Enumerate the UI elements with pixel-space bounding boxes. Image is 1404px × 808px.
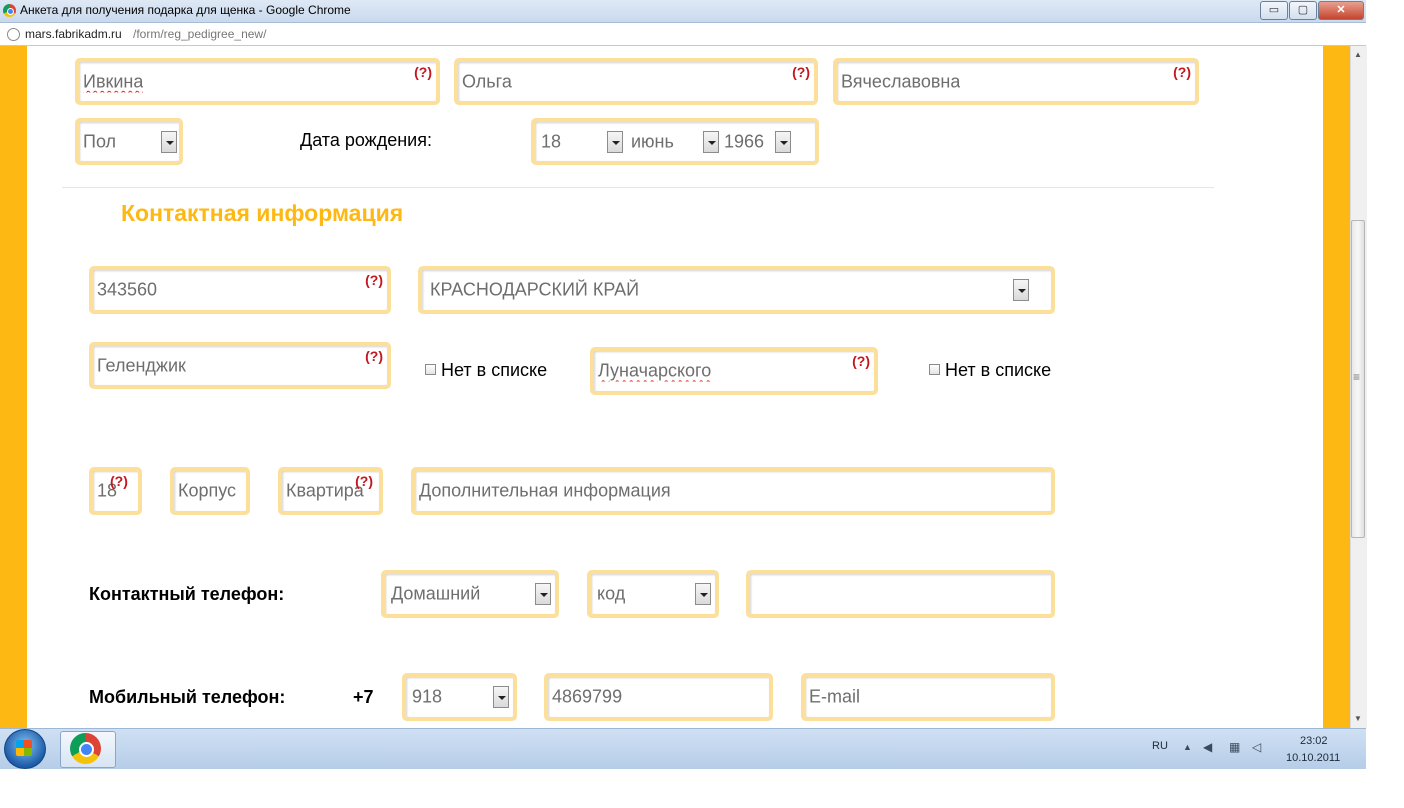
volume-icon[interactable]: ◁ [1252, 740, 1264, 754]
city-value: Геленджик [97, 355, 186, 375]
street-not-in-list-checkbox[interactable] [929, 364, 940, 375]
contact-section-title: Контактная информация [121, 200, 404, 226]
chrome-icon [3, 4, 16, 17]
page-border-left [0, 46, 27, 728]
tray-expand-icon[interactable]: ▲ [1183, 742, 1195, 754]
globe-icon [7, 28, 20, 41]
birth-month-value[interactable]: июнь [631, 131, 674, 152]
phone-type-select[interactable]: Домашний [381, 570, 559, 618]
phone-code-select[interactable]: код [587, 570, 719, 618]
last-name-value: Ивкина [83, 71, 144, 91]
region-select[interactable]: КРАСНОДАРСКИЙ КРАЙ [418, 266, 1055, 314]
first-name-hint-icon[interactable]: (?) [792, 64, 810, 80]
middle-name-hint-icon[interactable]: (?) [1173, 64, 1191, 80]
section-divider [62, 187, 1214, 188]
birth-year-value[interactable]: 1966 [724, 131, 764, 152]
speaker-icon[interactable]: ◀ [1203, 740, 1215, 754]
extra-info-placeholder: Дополнительная информация [419, 480, 671, 501]
birth-day-chevron-down-icon[interactable] [607, 130, 623, 153]
language-indicator[interactable]: RU [1152, 740, 1168, 752]
contact-phone-label: Контактный телефон: [89, 584, 285, 604]
page-border-right [1323, 46, 1350, 728]
minimize-button[interactable]: ▭ [1260, 1, 1288, 20]
windows-logo-icon [16, 740, 32, 756]
city-not-in-list-checkbox[interactable] [425, 364, 436, 375]
street-value: Луначарского [598, 360, 712, 381]
apartment-field[interactable]: Квартира (?) [278, 467, 383, 515]
birth-month-chevron-down-icon[interactable] [703, 130, 719, 153]
building-field[interactable]: Корпус [170, 467, 250, 515]
phone-type-value: Домашний [391, 583, 481, 604]
region-value: КРАСНОДАРСКИЙ КРАЙ [430, 279, 640, 300]
birth-date-group: 18 июнь 1966 [531, 118, 819, 165]
phone-type-chevron-down-icon[interactable] [535, 583, 551, 605]
first-name-field[interactable]: Ольга (?) [454, 58, 818, 105]
phone-number-field[interactable] [746, 570, 1055, 618]
country-code-label: +7 [353, 687, 374, 707]
building-placeholder: Корпус [178, 480, 237, 501]
postal-code-field[interactable]: 343560 (?) [89, 266, 391, 314]
gender-select[interactable]: Пол [75, 118, 183, 165]
scroll-up-icon[interactable]: ▲ [1354, 50, 1362, 59]
middle-name-value: Вячеславовна [841, 71, 961, 91]
gender-value: Пол [83, 131, 117, 151]
middle-name-field[interactable]: Вячеславовна (?) [833, 58, 1199, 105]
window-title: Анкета для получения подарка для щенка -… [20, 3, 351, 17]
mobile-code-select[interactable]: 918 [402, 673, 517, 721]
city-field[interactable]: Геленджик (?) [89, 342, 391, 389]
birth-date-label: Дата рождения: [300, 130, 432, 150]
birth-year-chevron-down-icon[interactable] [775, 130, 791, 153]
postal-code-hint-icon[interactable]: (?) [365, 272, 383, 288]
city-hint-icon[interactable]: (?) [365, 348, 383, 364]
mobile-code-value: 918 [412, 686, 443, 707]
scroll-down-icon[interactable]: ▼ [1354, 714, 1362, 723]
mobile-code-chevron-down-icon[interactable] [493, 686, 509, 708]
house-field[interactable]: 18 (?) [89, 467, 142, 515]
mobile-number-value: 4869799 [552, 686, 623, 707]
house-hint-icon[interactable]: (?) [110, 473, 128, 489]
postal-code-value: 343560 [97, 279, 158, 300]
extra-info-field[interactable]: Дополнительная информация [411, 467, 1055, 515]
street-hint-icon[interactable]: (?) [852, 353, 870, 369]
scrollbar-grip-icon: ≡ [1353, 370, 1361, 384]
last-name-hint-icon[interactable]: (?) [414, 64, 432, 80]
maximize-button[interactable]: ▢ [1289, 1, 1317, 20]
phone-code-chevron-down-icon[interactable] [695, 583, 711, 605]
first-name-value: Ольга [462, 71, 512, 91]
email-field[interactable]: E-mail [801, 673, 1055, 721]
last-name-field[interactable]: Ивкина (?) [75, 58, 440, 105]
network-icon[interactable]: ▦ [1229, 740, 1241, 754]
phone-code-value: код [597, 583, 626, 604]
chrome-taskbar-icon [70, 733, 101, 764]
url-path[interactable]: /form/reg_pedigree_new/ [133, 27, 266, 41]
apartment-hint-icon[interactable]: (?) [355, 473, 373, 489]
url-host[interactable]: mars.fabrikadm.ru [25, 27, 122, 41]
birth-day-value[interactable]: 18 [541, 131, 561, 152]
street-field[interactable]: Луначарского (?) [590, 347, 878, 395]
chevron-down-icon[interactable] [161, 130, 177, 153]
email-placeholder: E-mail [809, 686, 861, 707]
street-not-in-list-label[interactable]: Нет в списке [945, 360, 1051, 381]
tray-date[interactable]: 10.10.2011 [1286, 752, 1340, 764]
region-chevron-down-icon[interactable] [1013, 279, 1029, 301]
city-not-in-list-label[interactable]: Нет в списке [441, 360, 547, 381]
apartment-placeholder: Квартира [286, 480, 364, 501]
tray-time[interactable]: 23:02 [1300, 735, 1328, 747]
close-button[interactable]: ✕ [1318, 1, 1364, 20]
mobile-number-field[interactable]: 4869799 [544, 673, 773, 721]
mobile-phone-label: Мобильный телефон: [89, 687, 286, 707]
